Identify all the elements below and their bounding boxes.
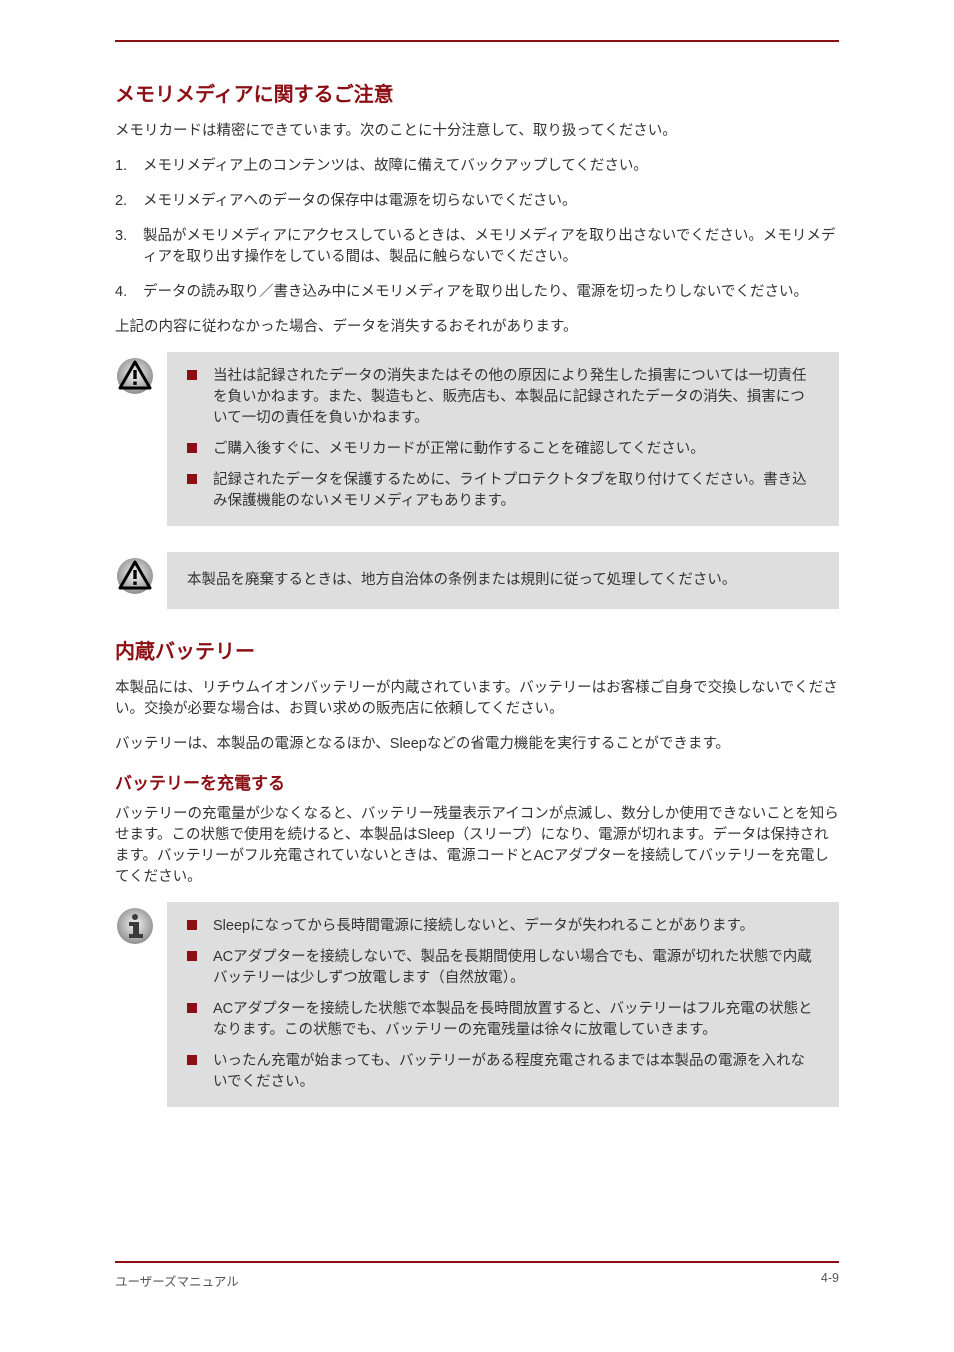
bullet-icon [187, 370, 197, 380]
step-text: 製品がメモリメディアにアクセスしているときは、メモリメディアを取り出さないでくだ… [143, 228, 835, 265]
battery-title: 内蔵バッテリー [115, 635, 839, 664]
warning-callout-2-box: 本製品を廃棄するときは、地方自治体の条例または規則に従って処理してください。 [167, 552, 839, 609]
memory-intro: メモリカードは精密にできています。次のことに十分注意して、取り扱ってください。 [115, 121, 839, 142]
callout3-item-0: Sleepになってから長時間電源に接続しないと、データが失われることがあります。 [187, 916, 819, 937]
bullet-icon [187, 1055, 197, 1065]
footer-right: 4-9 [821, 1271, 839, 1290]
step-number: 1. [115, 156, 135, 177]
warning-callout-1-box: 当社は記録されたデータの消失またはその他の原因により発生した損害については一切責… [167, 352, 839, 526]
memory-step-2: 2. メモリメディアへのデータの保存中は電源を切らないでください。 [115, 191, 839, 212]
footer-left: ユーザーズマニュアル [115, 1271, 239, 1290]
bullet-icon [187, 443, 197, 453]
callout1-item-1: ご購入後すぐに、メモリカードが正常に動作することを確認してください。 [187, 439, 819, 460]
step-text: メモリメディア上のコンテンツは、故障に備えてバックアップしてください。 [143, 158, 648, 174]
bullet-icon [187, 920, 197, 930]
memory-step-1: 1. メモリメディア上のコンテンツは、故障に備えてバックアップしてください。 [115, 156, 839, 177]
step-number: 2. [115, 191, 135, 212]
info-icon [115, 902, 167, 946]
step-number: 3. [115, 226, 135, 247]
callout3-item-1: ACアダプターを接続しないで、製品を長期間使用しない場合でも、電源が切れた状態で… [187, 947, 819, 989]
memory-closing: 上記の内容に従わなかった場合、データを消失するおそれがあります。 [115, 317, 839, 338]
info-callout-box: Sleepになってから長時間電源に接続しないと、データが失われることがあります。… [167, 902, 839, 1107]
callout1-item-2: 記録されたデータを保護するために、ライトプロテクトタブを取り付けてください。書き… [187, 470, 819, 512]
callout2-text: 本製品を廃棄するときは、地方自治体の条例または規則に従って処理してください。 [187, 570, 819, 591]
top-divider [115, 40, 839, 42]
step-text: メモリメディアへのデータの保存中は電源を切らないでください。 [143, 193, 577, 209]
warning-callout-2: 本製品を廃棄するときは、地方自治体の条例または規則に従って処理してください。 [115, 552, 839, 609]
step-text: データの読み取り／書き込み中にメモリメディアを取り出したり、電源を切ったりしない… [143, 284, 808, 300]
callout3-item-3: いったん充電が始まっても、バッテリーがある程度充電されるまでは本製品の電源を入れ… [187, 1051, 819, 1093]
warning-icon [115, 352, 167, 396]
page-footer: ユーザーズマニュアル 4-9 [115, 1261, 839, 1290]
callout1-item-0: 当社は記録されたデータの消失またはその他の原因により発生した損害については一切責… [187, 366, 819, 429]
battery-subtitle: バッテリーを充電する [115, 769, 839, 794]
memory-step-4: 4. データの読み取り／書き込み中にメモリメディアを取り出したり、電源を切ったり… [115, 282, 839, 303]
info-callout: Sleepになってから長時間電源に接続しないと、データが失われることがあります。… [115, 902, 839, 1107]
footer-divider [115, 1261, 839, 1263]
battery-p1: 本製品には、リチウムイオンバッテリーが内蔵されています。バッテリーはお客様ご自身… [115, 678, 839, 720]
warning-callout-1: 当社は記録されたデータの消失またはその他の原因により発生した損害については一切責… [115, 352, 839, 526]
bullet-icon [187, 1003, 197, 1013]
bullet-icon [187, 474, 197, 484]
memory-step-3: 3. 製品がメモリメディアにアクセスしているときは、メモリメディアを取り出さない… [115, 226, 839, 268]
step-number: 4. [115, 282, 135, 303]
callout3-item-2: ACアダプターを接続した状態で本製品を長時間放置すると、バッテリーはフル充電の状… [187, 999, 819, 1041]
battery-sub-p: バッテリーの充電量が少なくなると、バッテリー残量表示アイコンが点滅し、数分しか使… [115, 804, 839, 888]
warning-icon [115, 552, 167, 596]
memory-media-title: メモリメディアに関するご注意 [115, 78, 839, 107]
battery-p2: バッテリーは、本製品の電源となるほか、Sleepなどの省電力機能を実行することが… [115, 734, 839, 755]
bullet-icon [187, 951, 197, 961]
